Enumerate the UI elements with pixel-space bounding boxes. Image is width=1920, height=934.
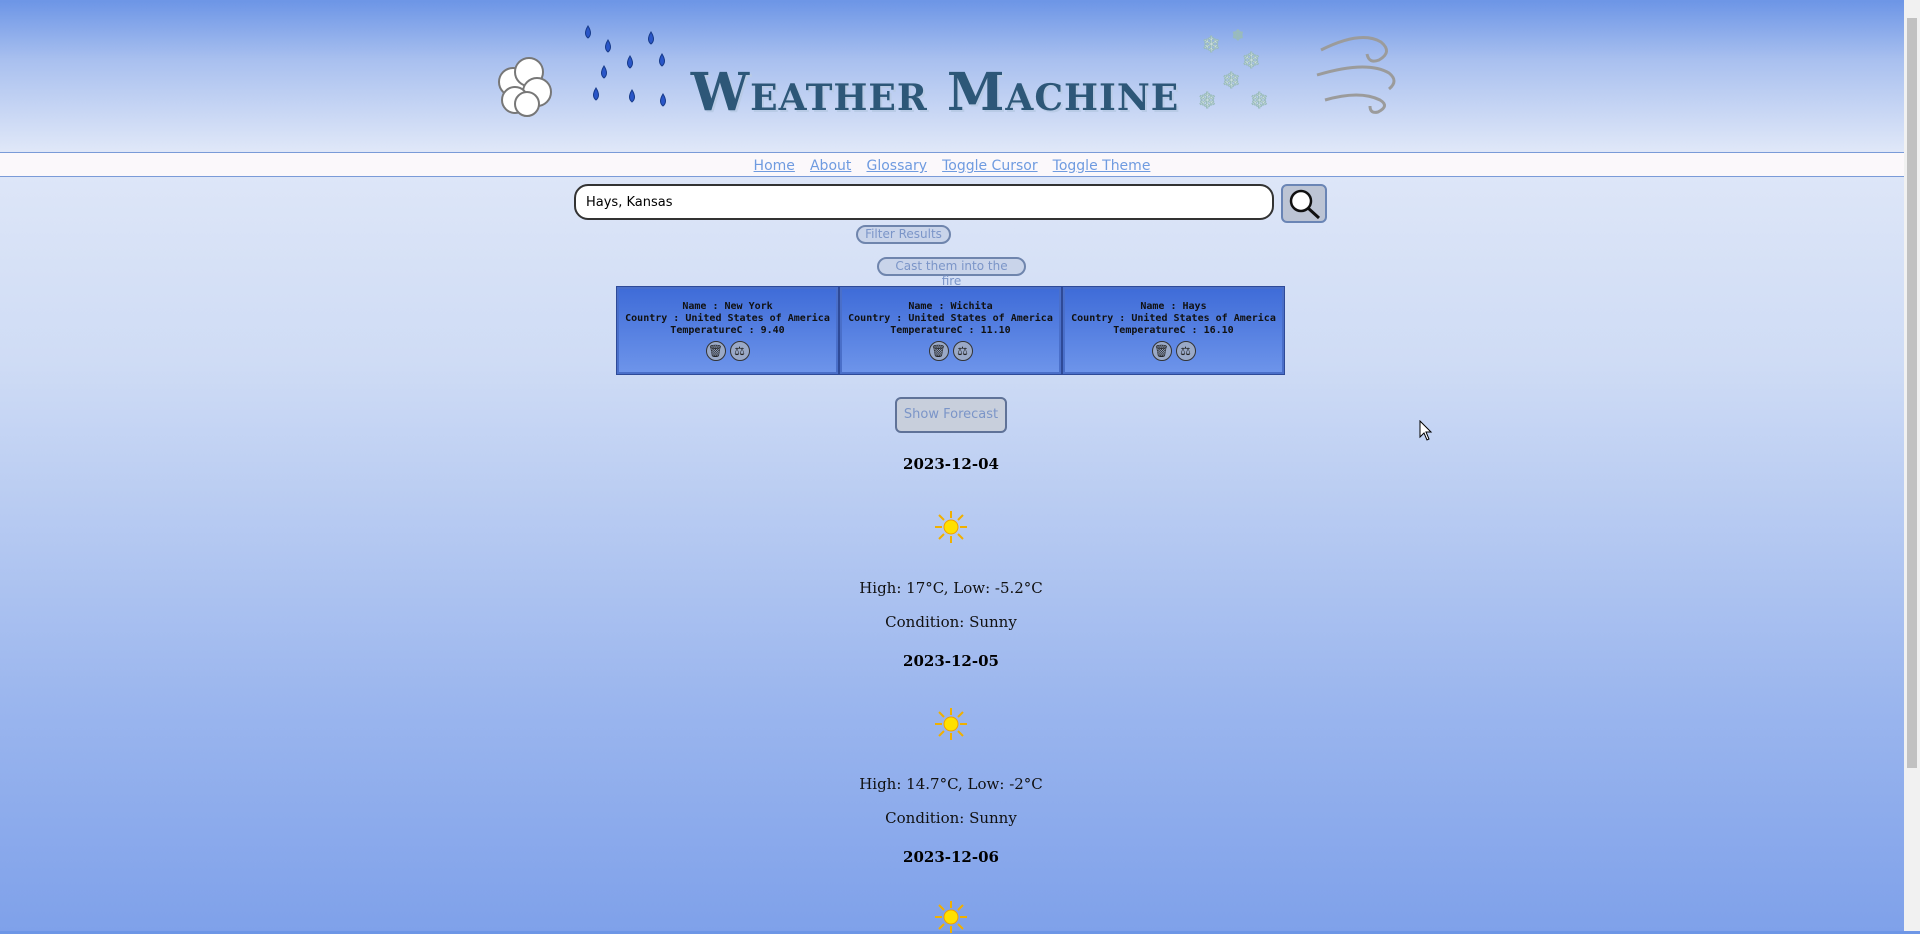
city-temperature: TemperatureC : 16.10 (1113, 325, 1234, 336)
filter-results-button[interactable]: Filter Results (856, 225, 951, 244)
snowflakes-icon: ❄❄❄ ❄ ❄❄ (1198, 28, 1269, 115)
forecast-date: 2023-12-05 (903, 652, 999, 670)
nav-toggle-cursor-link[interactable]: Toggle Cursor (942, 158, 1037, 174)
search-button[interactable] (1281, 184, 1327, 223)
city-card[interactable]: Name : Hays Country : United States of A… (1062, 286, 1285, 375)
nav-toggle-theme-link[interactable]: Toggle Theme (1053, 158, 1151, 174)
page: Weather Machine ❄ ❄ ❄ ❄ ❄ ❄ Home About Gloss… (0, 0, 1904, 933)
svg-text:❄: ❄ (1202, 33, 1220, 58)
forecast-date: 2023-12-06 (903, 848, 999, 866)
compare-scale-icon[interactable]: ⚖ (1175, 341, 1196, 361)
city-name: Name : Hays (1140, 301, 1207, 312)
site-title: Weather Machine (690, 62, 1180, 123)
forecast-condition: Condition: Sunny (885, 613, 1017, 631)
forecast-high-low: High: 14.7°C, Low: -2°C (859, 775, 1043, 793)
city-name: Name : Wichita (908, 301, 993, 312)
city-card[interactable]: Name : Wichita Country : United States o… (839, 286, 1062, 375)
wind-icon (1316, 36, 1396, 114)
svg-text:❄: ❄ (1222, 69, 1240, 94)
trash-icon[interactable]: 🗑 (705, 341, 726, 361)
city-temperature: TemperatureC : 11.10 (890, 325, 1011, 336)
forecast-condition: Condition: Sunny (885, 809, 1017, 827)
forecast-high-low: High: 17°C, Low: -5.2°C (859, 579, 1043, 597)
svg-text:❄: ❄ (1198, 89, 1216, 114)
city-temperature: TemperatureC : 9.40 (670, 325, 785, 336)
city-country: Country : United States of America (848, 313, 1053, 324)
city-name: Name : New York (682, 301, 773, 312)
search-input[interactable] (574, 184, 1274, 220)
city-country: Country : United States of America (625, 313, 830, 324)
trash-icon[interactable]: 🗑 (1151, 341, 1172, 361)
city-cards: Name : New York Country : United States … (616, 286, 1285, 375)
raindrops-icon (585, 25, 666, 107)
city-card[interactable]: Name : New York Country : United States … (616, 286, 839, 375)
magnifier-icon (1289, 189, 1321, 219)
compare-scale-icon[interactable]: ⚖ (952, 341, 973, 361)
sun-icon (935, 511, 967, 543)
sun-icon (935, 708, 967, 740)
cast-into-fire-button[interactable]: Cast them into the fire (877, 257, 1026, 288)
cloud-icon (498, 57, 552, 117)
svg-text:❄: ❄ (1250, 89, 1268, 114)
scrollbar-thumb[interactable] (1907, 18, 1917, 768)
mouse-cursor-icon (1419, 420, 1433, 441)
show-forecast-button[interactable]: Show Forecast (895, 397, 1007, 433)
header: Weather Machine ❄ ❄ ❄ ❄ ❄ ❄ (0, 0, 1904, 152)
sun-icon (935, 901, 967, 933)
forecast-date: 2023-12-04 (903, 455, 999, 473)
nav-home-link[interactable]: Home (754, 158, 795, 174)
svg-text:❄: ❄ (1242, 49, 1260, 74)
compare-scale-icon[interactable]: ⚖ (729, 341, 750, 361)
svg-text:❄: ❄ (1232, 28, 1244, 44)
city-country: Country : United States of America (1071, 313, 1276, 324)
trash-icon[interactable]: 🗑 (928, 341, 949, 361)
nav-bar: Home About Glossary Toggle Cursor Toggle… (0, 152, 1904, 177)
nav-about-link[interactable]: About (810, 158, 851, 174)
nav-glossary-link[interactable]: Glossary (866, 158, 927, 174)
